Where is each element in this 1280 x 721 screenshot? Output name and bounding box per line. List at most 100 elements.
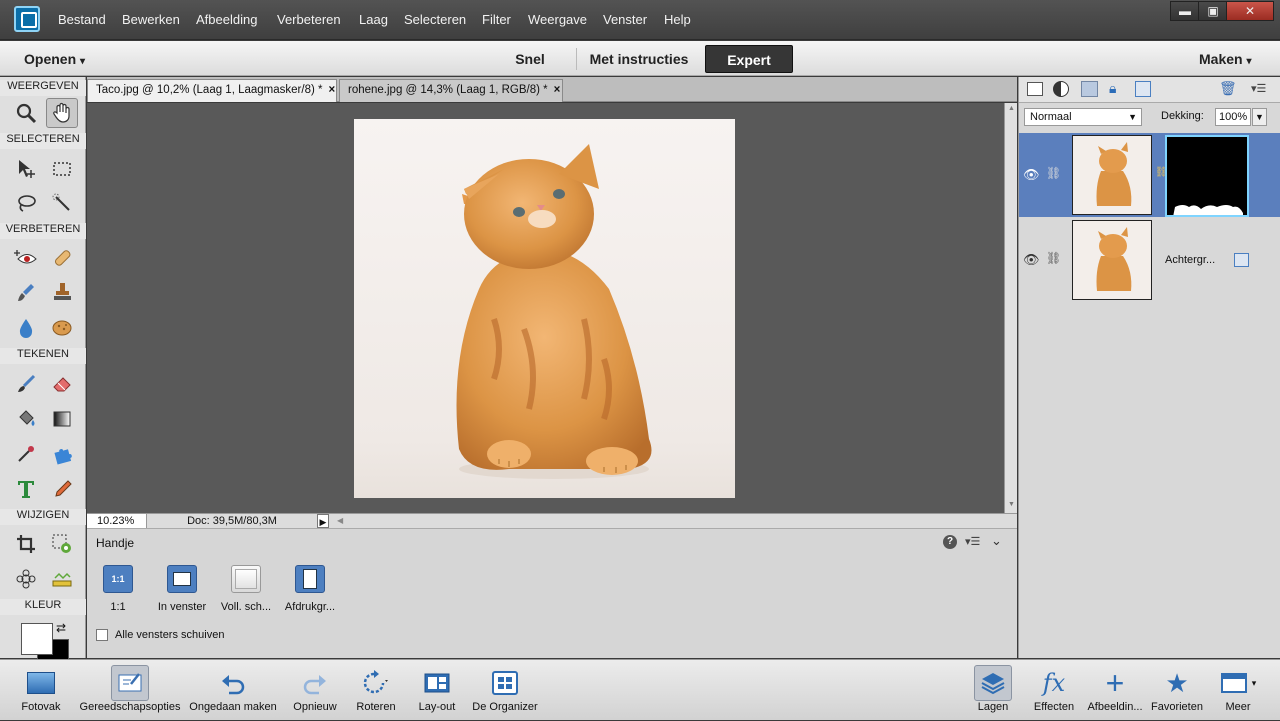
- fit-window-button[interactable]: [167, 565, 197, 593]
- paint-bucket-tool[interactable]: [10, 404, 42, 434]
- organizer-button[interactable]: De Organizer: [468, 660, 542, 721]
- foreground-color-swatch[interactable]: [21, 623, 53, 655]
- section-color: KLEUR: [0, 599, 86, 615]
- custom-shape-tool[interactable]: [46, 439, 78, 469]
- straighten-tool[interactable]: [46, 564, 78, 594]
- menu-bestand[interactable]: Bestand: [58, 12, 106, 27]
- menu-verbeteren[interactable]: Verbeteren: [277, 12, 341, 27]
- minimize-button[interactable]: ▬: [1170, 1, 1200, 21]
- tool-options-button[interactable]: Gereedschapsopties: [76, 660, 184, 721]
- type-tool[interactable]: [10, 474, 42, 504]
- eraser-tool[interactable]: [46, 369, 78, 399]
- close-tab-icon[interactable]: ×: [328, 84, 335, 96]
- favorites-button[interactable]: ★ Favorieten: [1148, 660, 1206, 721]
- eyedropper-tool[interactable]: [10, 439, 42, 469]
- opacity-input[interactable]: 100%: [1215, 108, 1251, 126]
- layer-row-1[interactable]: 👁︎ ⛓︎ ⛓︎: [1019, 133, 1280, 217]
- blur-tool[interactable]: [10, 312, 42, 342]
- red-eye-tool[interactable]: [10, 243, 42, 273]
- move-tool[interactable]: [10, 154, 42, 184]
- menu-bewerken[interactable]: Bewerken: [122, 12, 180, 27]
- actual-pixels-button[interactable]: 1:1: [103, 565, 133, 593]
- photo-bin-button[interactable]: Fotovak: [8, 660, 74, 721]
- status-bar: 10.23% Doc: 39,5M/80,3M ▶ ◀: [87, 513, 1017, 528]
- status-menu-arrow-icon[interactable]: ▶: [317, 514, 329, 528]
- opacity-label: Dekking:: [1161, 110, 1204, 122]
- close-button[interactable]: ✕: [1226, 1, 1274, 21]
- print-size-icon: [303, 569, 317, 589]
- clone-stamp-tool[interactable]: [46, 277, 78, 307]
- layer-mask-thumbnail[interactable]: [1165, 135, 1249, 217]
- vertical-scrollbar[interactable]: ▲ ▼: [1004, 103, 1017, 513]
- visibility-eye-icon[interactable]: 👁︎: [1023, 167, 1040, 183]
- pencil-icon: [55, 480, 72, 497]
- create-button[interactable]: Maken ▾: [1199, 45, 1252, 73]
- menu-venster[interactable]: Venster: [603, 12, 647, 27]
- layer-row-background[interactable]: 👁︎ ⛓︎ Achtergr...: [1019, 218, 1280, 302]
- menu-weergave[interactable]: Weergave: [528, 12, 587, 27]
- blend-mode-select[interactable]: Normaal ▼: [1024, 108, 1142, 126]
- rotate-button[interactable]: Roteren: [348, 660, 404, 721]
- redo-button[interactable]: Opnieuw: [285, 660, 345, 721]
- opacity-dropdown-icon[interactable]: ▼: [1252, 108, 1267, 126]
- restore-button[interactable]: ▣: [1198, 1, 1228, 21]
- help-icon[interactable]: ?: [943, 535, 957, 549]
- menu-selecteren[interactable]: Selecteren: [404, 12, 466, 27]
- gradient-tool[interactable]: [46, 404, 78, 434]
- menu-laag[interactable]: Laag: [359, 12, 388, 27]
- brush-tool[interactable]: [10, 369, 42, 399]
- panel-menu-icon[interactable]: ▾☰: [965, 535, 980, 548]
- quick-selection-tool[interactable]: [46, 188, 78, 218]
- mode-expert-tab[interactable]: Expert: [705, 45, 793, 73]
- adjustment-layer-icon[interactable]: [1053, 81, 1069, 97]
- mode-guided-tab[interactable]: Met instructies: [580, 45, 698, 73]
- bottom-taskbar: Fotovak Gereedschapsopties Ongedaan make…: [0, 659, 1280, 720]
- menu-afbeelding[interactable]: Afbeelding: [196, 12, 257, 27]
- open-button[interactable]: Openen ▾: [24, 45, 85, 73]
- spot-healing-tool[interactable]: [46, 243, 78, 273]
- cookie-cutter-tool[interactable]: [10, 564, 42, 594]
- link-icon[interactable]: ⛓︎: [1046, 166, 1061, 180]
- zoom-field[interactable]: 10.23%: [87, 514, 147, 528]
- crop-tool[interactable]: [10, 529, 42, 559]
- layer-mask-icon[interactable]: [1081, 81, 1098, 97]
- flower-shape-icon: [16, 569, 36, 589]
- tab-taco[interactable]: Taco.jpg @ 10,2% (Laag 1, Laagmasker/8) …: [87, 79, 337, 102]
- tab-rohene[interactable]: rohene.jpg @ 14,3% (Laag 1, RGB/8) * ×: [339, 79, 563, 102]
- undo-button[interactable]: Ongedaan maken: [184, 660, 282, 721]
- visibility-eye-icon[interactable]: 👁︎: [1023, 252, 1040, 268]
- new-layer-icon[interactable]: [1027, 82, 1043, 96]
- print-size-button[interactable]: [295, 565, 325, 593]
- smart-brush-tool[interactable]: [10, 277, 42, 307]
- trash-icon[interactable]: 🗑︎: [1219, 80, 1237, 97]
- collapse-chevron-icon[interactable]: ⌄: [991, 533, 1002, 549]
- horizontal-scrollbar[interactable]: ◀: [337, 514, 1002, 528]
- graphics-button[interactable]: + Afbeeldin...: [1084, 660, 1146, 721]
- pencil-tool[interactable]: [46, 474, 78, 504]
- layers-panel-button[interactable]: Lagen: [966, 660, 1020, 721]
- lock-all-icon[interactable]: [1135, 81, 1151, 97]
- fx-icon: fx: [1042, 669, 1066, 697]
- sponge-tool[interactable]: [46, 312, 78, 342]
- scroll-all-checkbox[interactable]: [96, 629, 108, 641]
- link-icon[interactable]: ⛓︎: [1046, 251, 1061, 265]
- marquee-tool[interactable]: [46, 154, 78, 184]
- layer-lock-icon: [1234, 253, 1249, 267]
- more-button[interactable]: ▾ Meer: [1210, 660, 1266, 721]
- document-tabs: Taco.jpg @ 10,2% (Laag 1, Laagmasker/8) …: [87, 77, 1017, 102]
- lock-icon[interactable]: 🔒︎: [1109, 80, 1116, 97]
- effects-button[interactable]: fx Effecten: [1026, 660, 1082, 721]
- swap-colors-icon[interactable]: ⇄: [56, 621, 66, 635]
- mode-quick-tab[interactable]: Snel: [500, 45, 560, 73]
- menu-help[interactable]: Help: [664, 12, 691, 27]
- zoom-tool[interactable]: [10, 98, 42, 128]
- close-tab-icon[interactable]: ×: [554, 84, 561, 96]
- puzzle-shape-icon: [54, 449, 72, 465]
- recompose-tool[interactable]: [46, 529, 78, 559]
- fill-screen-button[interactable]: [231, 565, 261, 593]
- layout-button[interactable]: Lay-out: [408, 660, 466, 721]
- hand-tool[interactable]: [46, 98, 78, 128]
- lasso-tool[interactable]: [10, 188, 42, 218]
- layers-menu-icon[interactable]: ▾☰: [1251, 82, 1266, 95]
- menu-filter[interactable]: Filter: [482, 12, 511, 27]
